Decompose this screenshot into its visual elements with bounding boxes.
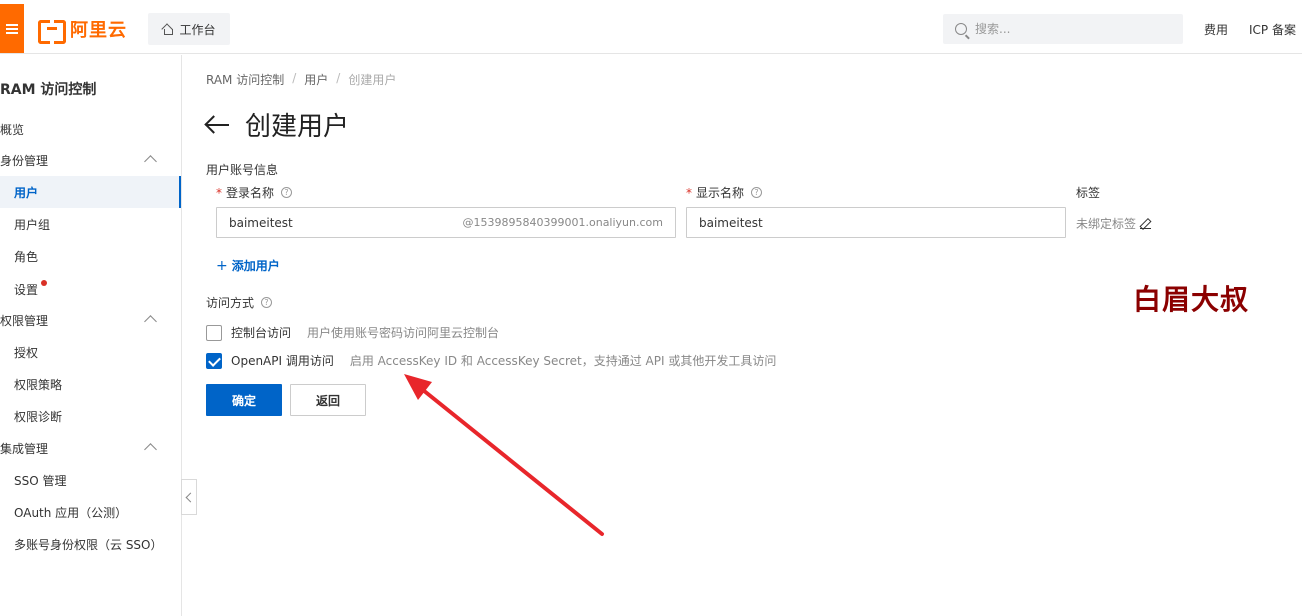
sidebar-item-user-groups[interactable]: 用户组 <box>0 208 181 240</box>
search-icon <box>955 23 967 35</box>
plus-icon: + <box>216 257 228 274</box>
login-name-input[interactable]: baimeitest @1539895840399001.onaliyun.co… <box>216 207 676 238</box>
console-access-checkbox[interactable] <box>206 324 222 341</box>
display-name-label-text: 显示名称 <box>696 186 745 200</box>
chevron-up-icon <box>144 443 157 456</box>
home-icon <box>162 24 174 35</box>
sidebar-group-permission[interactable]: 权限管理 <box>0 304 181 336</box>
breadcrumb-separator: / <box>336 71 341 85</box>
sidebar-item-roles[interactable]: 角色 <box>0 240 181 272</box>
access-method-label: 访问方式 <box>206 296 255 310</box>
breadcrumb-users[interactable]: 用户 <box>304 71 328 88</box>
sidebar-collapse-button[interactable] <box>181 479 197 515</box>
add-user-button[interactable]: + 添加用户 <box>216 257 280 274</box>
login-name-value: baimeitest <box>229 215 293 230</box>
annotation-arrow-head <box>404 374 432 400</box>
logo-text: 阿里云 <box>70 20 127 41</box>
tag-label-text: 标签 <box>1076 186 1101 200</box>
sidebar-item-grants[interactable]: 授权 <box>0 336 181 368</box>
breadcrumb-current: 创建用户 <box>348 73 397 87</box>
display-name-input[interactable]: baimeitest <box>686 207 1066 238</box>
search-box[interactable] <box>943 14 1183 44</box>
api-access-description: 启用 AccessKey ID 和 AccessKey Secret，支持通过 … <box>349 354 777 368</box>
help-icon[interactable]: ? <box>281 187 293 198</box>
sidebar-item-cloud-sso[interactable]: 多账号身份权限（云 SSO） <box>0 528 181 560</box>
tag-value[interactable]: 未绑定标签 <box>1076 215 1152 232</box>
sidebar-item-sso[interactable]: SSO 管理 <box>0 464 181 496</box>
api-access-option[interactable]: OpenAPI 调用访问 启用 AccessKey ID 和 AccessKey… <box>206 352 776 369</box>
search-input[interactable] <box>975 22 1155 36</box>
billing-link[interactable]: 费用 <box>1204 21 1228 38</box>
aliyun-logo[interactable]: 阿里云 <box>38 16 127 44</box>
add-user-label: 添加用户 <box>231 259 280 273</box>
page-header: 创建用户 <box>205 106 349 143</box>
sidebar-group-label: 身份管理 <box>0 153 49 168</box>
annotation-arrow <box>404 374 604 536</box>
help-icon[interactable]: ? <box>751 187 763 198</box>
chevron-up-icon <box>144 155 157 168</box>
sidebar-group-integration[interactable]: 集成管理 <box>0 432 181 464</box>
workbench-button[interactable]: 工作台 <box>148 13 230 45</box>
workbench-label: 工作台 <box>179 22 216 37</box>
tag-label: 标签 <box>1076 184 1100 201</box>
sidebar-item-label: 设置 <box>14 282 39 297</box>
sidebar-group-label: 集成管理 <box>0 441 49 456</box>
sidebar-item-oauth[interactable]: OAuth 应用（公测） <box>0 496 181 528</box>
breadcrumb-ram[interactable]: RAM 访问控制 <box>206 71 284 88</box>
watermark-text: 白眉大叔 <box>1133 283 1250 316</box>
icp-filing-link[interactable]: ICP 备案 <box>1249 21 1296 38</box>
section-title-account-info: 用户账号信息 <box>206 163 279 177</box>
breadcrumb: RAM 访问控制 / 用户 / 创建用户 <box>206 71 396 88</box>
back-button[interactable]: 返回 <box>290 384 366 416</box>
login-name-domain-suffix: @1539895840399001.onaliyun.com <box>462 216 663 229</box>
help-icon[interactable]: ? <box>261 297 273 308</box>
console-access-option[interactable]: 控制台访问 用户使用账号密码访问阿里云控制台 <box>206 324 499 341</box>
breadcrumb-separator: / <box>292 71 297 85</box>
notification-dot <box>41 280 48 286</box>
menu-icon[interactable] <box>0 4 24 53</box>
login-name-label: * 登录名称 ? <box>216 184 293 201</box>
page-title: 创建用户 <box>245 112 350 142</box>
annotation-arrow-shaft <box>416 384 604 536</box>
chevron-left-icon <box>185 492 196 502</box>
edit-icon[interactable] <box>1140 219 1152 229</box>
chevron-up-icon <box>144 315 157 328</box>
aliyun-logo-icon <box>38 20 66 44</box>
sidebar-group-label: 权限管理 <box>0 313 49 328</box>
sidebar-group-identity[interactable]: 身份管理 <box>0 144 181 176</box>
sidebar-item-diagnosis[interactable]: 权限诊断 <box>0 400 181 432</box>
back-arrow-icon[interactable] <box>205 115 231 135</box>
required-marker: * <box>686 185 692 200</box>
login-name-label-text: 登录名称 <box>226 186 275 200</box>
api-access-label: OpenAPI 调用访问 <box>231 354 334 368</box>
console-access-description: 用户使用账号密码访问阿里云控制台 <box>307 326 500 340</box>
sidebar-title: RAM 访问控制 <box>0 82 97 98</box>
display-name-label: * 显示名称 ? <box>686 184 763 201</box>
sidebar: RAM 访问控制 概览 身份管理 用户 用户组 角色 设置 权限管理 授权 权限… <box>0 55 182 616</box>
sidebar-item-policies[interactable]: 权限策略 <box>0 368 181 400</box>
sidebar-item-settings[interactable]: 设置 <box>0 273 181 305</box>
console-access-label: 控制台访问 <box>231 326 292 340</box>
confirm-button[interactable]: 确定 <box>206 384 282 416</box>
required-marker: * <box>216 185 222 200</box>
sidebar-item-overview[interactable]: 概览 <box>0 113 181 145</box>
tag-value-text: 未绑定标签 <box>1076 217 1137 231</box>
sidebar-item-users[interactable]: 用户 <box>0 176 181 208</box>
display-name-value: baimeitest <box>699 215 763 230</box>
top-bar: 阿里云 工作台 费用 ICP 备案 <box>0 0 1302 54</box>
access-method-title: 访问方式 ? <box>206 294 273 311</box>
api-access-checkbox[interactable] <box>206 352 222 369</box>
